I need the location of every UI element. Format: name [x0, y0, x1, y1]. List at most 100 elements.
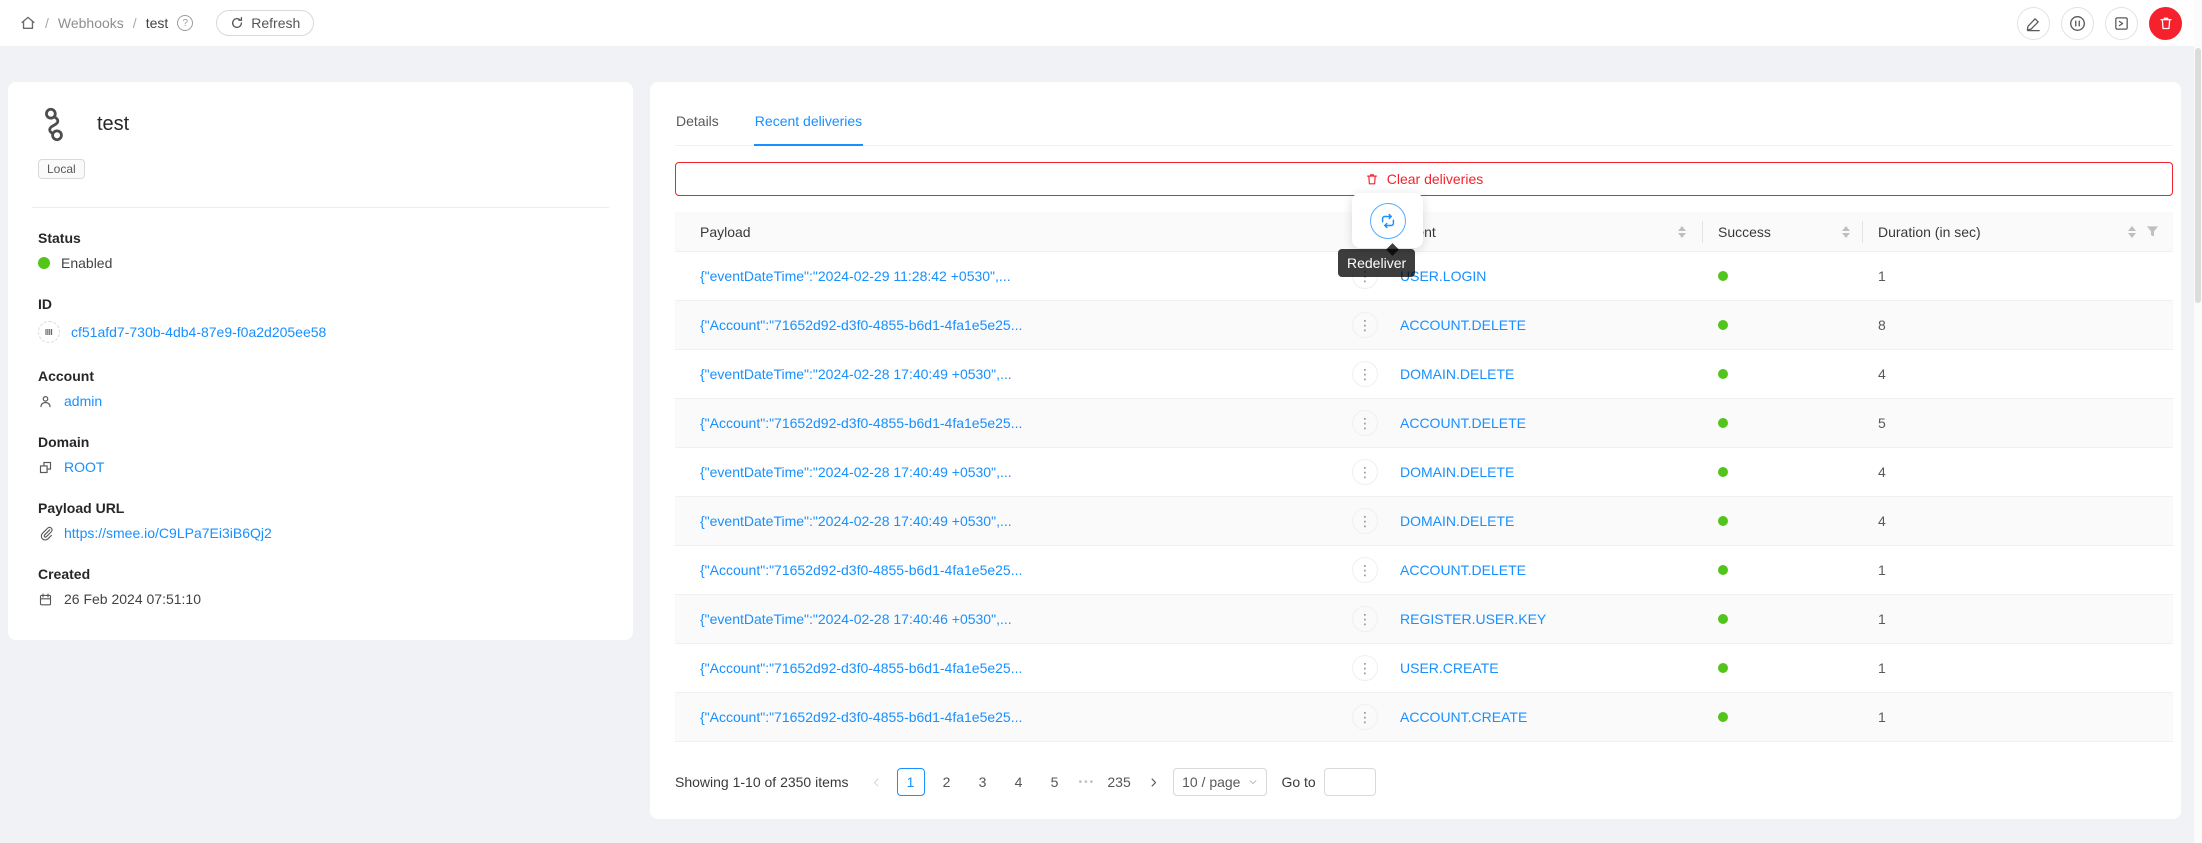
- pause-button[interactable]: [2061, 7, 2094, 40]
- event-link[interactable]: DOMAIN.DELETE: [1400, 464, 1514, 480]
- payload-link[interactable]: {"Account":"71652d92-d3f0-4855-b6d1-4fa1…: [700, 709, 1022, 725]
- domain-link[interactable]: ROOT: [64, 459, 104, 475]
- tab-details[interactable]: Details: [675, 100, 720, 145]
- more-options-button[interactable]: [1352, 508, 1378, 534]
- link-icon: [38, 526, 53, 541]
- payload-url-link[interactable]: https://smee.io/C9LPa7Ei3iB6Qj2: [64, 525, 272, 541]
- more-options-button[interactable]: [1352, 557, 1378, 583]
- event-link[interactable]: USER.CREATE: [1400, 660, 1499, 676]
- event-link[interactable]: ACCOUNT.DELETE: [1400, 317, 1526, 333]
- event-link[interactable]: REGISTER.USER.KEY: [1400, 611, 1546, 627]
- resource-title: test: [97, 113, 129, 136]
- page-button[interactable]: 1: [897, 768, 925, 796]
- payload-link[interactable]: {"Account":"71652d92-d3f0-4855-b6d1-4fa1…: [700, 317, 1022, 333]
- payload-link[interactable]: {"eventDateTime":"2024-02-28 17:40:49 +0…: [700, 464, 1012, 480]
- filter-icon[interactable]: [2146, 225, 2159, 238]
- more-options-button[interactable]: [1352, 655, 1378, 681]
- created-value: 26 Feb 2024 07:51:10: [64, 591, 201, 607]
- sort-icon[interactable]: [1678, 226, 1686, 238]
- goto-page-input[interactable]: [1324, 768, 1376, 796]
- redeliver-button[interactable]: [1370, 203, 1406, 239]
- success-dot: [1718, 369, 1728, 379]
- page-size-select[interactable]: 10 / page: [1173, 768, 1267, 796]
- console-icon: [2113, 15, 2130, 32]
- payload-link[interactable]: {"Account":"71652d92-d3f0-4855-b6d1-4fa1…: [700, 415, 1022, 431]
- field-created: Created 26 Feb 2024 07:51:10: [38, 566, 603, 607]
- duration-value: 1: [1878, 268, 1886, 284]
- row-action-popup: [1352, 193, 1423, 248]
- refresh-button[interactable]: Refresh: [216, 10, 314, 36]
- event-link[interactable]: DOMAIN.DELETE: [1400, 366, 1514, 382]
- scrollbar-thumb[interactable]: [2195, 48, 2201, 303]
- tab-recent-deliveries[interactable]: Recent deliveries: [754, 100, 863, 146]
- event-link[interactable]: DOMAIN.DELETE: [1400, 513, 1514, 529]
- breadcrumb: Webhooks test Refresh: [20, 10, 314, 36]
- status-enabled-dot: [38, 257, 50, 269]
- field-account: Account admin: [38, 368, 603, 409]
- sort-icon[interactable]: [1842, 226, 1850, 238]
- event-link[interactable]: ACCOUNT.DELETE: [1400, 415, 1526, 431]
- page-button[interactable]: 235: [1105, 768, 1133, 796]
- clear-deliveries-button[interactable]: Clear deliveries: [675, 162, 2173, 196]
- payload-link[interactable]: {"eventDateTime":"2024-02-28 17:40:49 +0…: [700, 366, 1012, 382]
- page-button[interactable]: 3: [969, 768, 997, 796]
- more-options-button[interactable]: [1352, 459, 1378, 485]
- user-icon: [38, 394, 53, 409]
- page-button[interactable]: 5: [1041, 768, 1069, 796]
- top-actions: [2017, 7, 2182, 40]
- more-options-button[interactable]: [1352, 606, 1378, 632]
- success-dot: [1718, 565, 1728, 575]
- home-icon[interactable]: [20, 15, 36, 31]
- help-icon[interactable]: [177, 15, 193, 31]
- column-header-payload: Payload: [675, 212, 1384, 251]
- more-options-button[interactable]: [1352, 312, 1378, 338]
- barcode-icon: [38, 321, 60, 343]
- page-ellipsis[interactable]: •••: [1077, 777, 1098, 788]
- breadcrumb-webhooks-link[interactable]: Webhooks: [58, 15, 124, 31]
- event-link[interactable]: ACCOUNT.CREATE: [1400, 709, 1527, 725]
- duration-value: 1: [1878, 562, 1886, 578]
- pause-circle-icon: [2068, 14, 2087, 33]
- sort-icon[interactable]: [2128, 226, 2136, 238]
- delete-button[interactable]: [2149, 7, 2182, 40]
- column-header-event: Event: [1384, 212, 1702, 251]
- payload-link[interactable]: {"eventDateTime":"2024-02-28 17:40:49 +0…: [700, 513, 1012, 529]
- id-label: ID: [38, 296, 603, 312]
- payload-link[interactable]: {"eventDateTime":"2024-02-28 17:40:46 +0…: [700, 611, 1012, 627]
- page-button[interactable]: 4: [1005, 768, 1033, 796]
- edit-icon: [2025, 15, 2042, 32]
- payload-link[interactable]: {"Account":"71652d92-d3f0-4855-b6d1-4fa1…: [700, 660, 1022, 676]
- previous-page-button[interactable]: [865, 768, 889, 796]
- console-button[interactable]: [2105, 7, 2138, 40]
- breadcrumb-separator: [45, 15, 49, 31]
- page-button[interactable]: 2: [933, 768, 961, 796]
- deliveries-table: Payload Event Success Duration (in sec): [675, 212, 2173, 742]
- duration-value: 1: [1878, 611, 1886, 627]
- account-link[interactable]: admin: [64, 393, 102, 409]
- payload-link[interactable]: {"eventDateTime":"2024-02-29 11:28:42 +0…: [700, 268, 1011, 284]
- goto-label: Go to: [1281, 774, 1315, 790]
- field-payload-url: Payload URL https://smee.io/C9LPa7Ei3iB6…: [38, 500, 603, 541]
- table-row: {"eventDateTime":"2024-02-28 17:40:49 +0…: [675, 497, 2173, 546]
- table-header: Payload Event Success Duration (in sec): [675, 212, 2173, 252]
- table-row: {"eventDateTime":"2024-02-28 17:40:49 +0…: [675, 350, 2173, 399]
- more-options-button[interactable]: [1352, 704, 1378, 730]
- event-link[interactable]: ACCOUNT.DELETE: [1400, 562, 1526, 578]
- edit-button[interactable]: [2017, 7, 2050, 40]
- table-row: {"eventDateTime":"2024-02-29 11:28:42 +0…: [675, 252, 2173, 301]
- page-scrollbar[interactable]: [2194, 0, 2202, 843]
- duration-value: 4: [1878, 366, 1886, 382]
- duration-value: 4: [1878, 464, 1886, 480]
- duration-value: 5: [1878, 415, 1886, 431]
- domain-icon: [38, 460, 53, 475]
- table-row: {"eventDateTime":"2024-02-28 17:40:49 +0…: [675, 448, 2173, 497]
- chevron-down-icon: [1248, 777, 1258, 787]
- success-dot: [1718, 614, 1728, 624]
- webhook-id-link[interactable]: cf51afd7-730b-4db4-87e9-f0a2d205ee58: [71, 324, 326, 340]
- next-page-button[interactable]: [1141, 768, 1165, 796]
- more-options-button[interactable]: [1352, 410, 1378, 436]
- more-options-button[interactable]: [1352, 361, 1378, 387]
- table-row: {"Account":"71652d92-d3f0-4855-b6d1-4fa1…: [675, 399, 2173, 448]
- payload-link[interactable]: {"Account":"71652d92-d3f0-4855-b6d1-4fa1…: [700, 562, 1022, 578]
- divider: [32, 207, 609, 208]
